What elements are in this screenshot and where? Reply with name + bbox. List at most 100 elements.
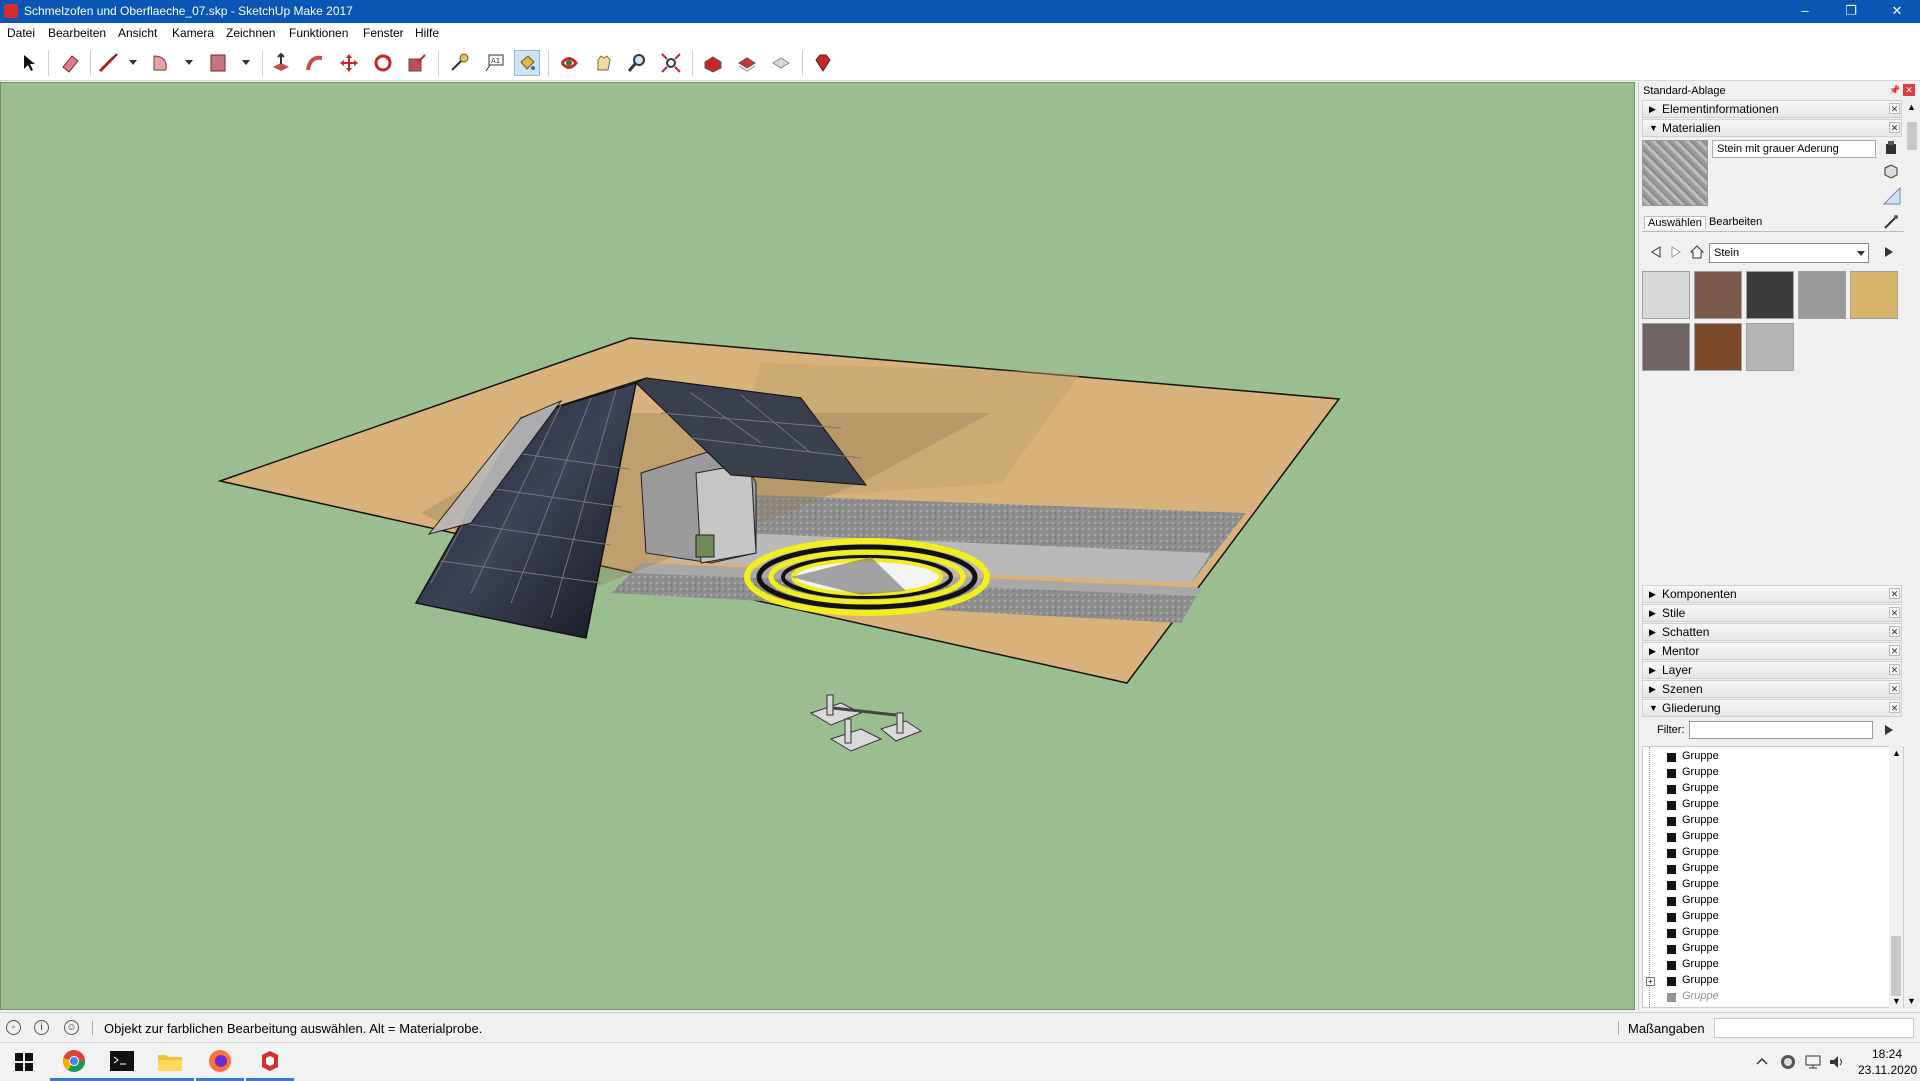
tray-scrollbar[interactable]: ▲ ▼ — [1905, 100, 1917, 1010]
chrome-taskbar-icon[interactable] — [50, 1043, 98, 1081]
scroll-down-icon[interactable]: ▼ — [1892, 996, 1901, 1006]
support-legs[interactable] — [809, 694, 923, 752]
material-swatch[interactable] — [1694, 323, 1742, 371]
file-explorer-taskbar-icon[interactable] — [146, 1043, 194, 1081]
minimize-button[interactable]: – — [1782, 0, 1828, 23]
section-gliederung[interactable]: ▼ Gliederung ✕ — [1642, 699, 1902, 717]
selected-ring[interactable] — [744, 538, 990, 616]
tray-scroll-thumb[interactable] — [1907, 122, 1917, 150]
collection-select[interactable]: Stein — [1709, 243, 1869, 263]
menu-bearbeiten[interactable]: Bearbeiten — [48, 26, 106, 40]
display-secondary-icon[interactable] — [1882, 162, 1900, 180]
tab-auswaehlen[interactable]: Auswählen — [1644, 216, 1706, 229]
home-icon[interactable] — [1689, 244, 1705, 263]
measurements-input[interactable] — [1714, 1018, 1914, 1038]
rectangle-tool-icon[interactable] — [205, 50, 231, 76]
extension-ruby-icon[interactable] — [810, 50, 836, 76]
start-button-icon[interactable] — [0, 1043, 48, 1081]
details-arrow-icon[interactable] — [1882, 245, 1896, 262]
scale-tool-icon[interactable] — [404, 50, 430, 76]
tray-scroll-up-icon[interactable]: ▲ — [1907, 102, 1916, 112]
section-schatten[interactable]: ▶ Schatten ✕ — [1642, 623, 1902, 641]
menu-kamera[interactable]: Kamera — [172, 26, 214, 40]
scroll-thumb[interactable] — [1891, 936, 1901, 996]
close-button[interactable]: ✕ — [1874, 0, 1920, 23]
tape-measure-tool-icon[interactable] — [446, 50, 472, 76]
terminal-taskbar-icon[interactable] — [98, 1043, 146, 1081]
model-viewport[interactable] — [0, 82, 1635, 1010]
menu-hilfe[interactable]: Hilfe — [415, 26, 439, 40]
push-pull-tool-icon[interactable] — [268, 50, 294, 76]
tray-close-button[interactable]: ✕ — [1903, 84, 1915, 96]
section-materialien[interactable]: ▼ Materialien ✕ — [1642, 119, 1902, 137]
volume-icon[interactable] — [1828, 1054, 1846, 1073]
section-layer[interactable]: ▶ Layer ✕ — [1642, 661, 1902, 679]
line-dropdown-icon[interactable] — [129, 60, 137, 65]
firefox-taskbar-icon[interactable] — [196, 1043, 244, 1081]
section-close-icon[interactable]: ✕ — [1889, 122, 1900, 133]
move-tool-icon[interactable] — [336, 50, 362, 76]
material-swatch[interactable] — [1798, 271, 1846, 319]
create-material-icon[interactable] — [1884, 140, 1898, 156]
3d-scene[interactable] — [1, 83, 1635, 1010]
network-icon[interactable] — [1804, 1054, 1822, 1073]
back-arrow-icon[interactable] — [1649, 245, 1663, 262]
warehouse-icon[interactable] — [700, 50, 726, 76]
sketchup-taskbar-icon[interactable] — [246, 1043, 294, 1081]
outline-details-arrow-icon[interactable] — [1882, 723, 1896, 740]
system-sync-icon[interactable] — [1780, 1054, 1796, 1073]
section-close-icon[interactable]: ✕ — [1889, 683, 1900, 694]
tray-overflow-chevron-icon[interactable] — [1756, 1055, 1768, 1069]
menu-ansicht[interactable]: Ansicht — [118, 26, 157, 40]
follow-me-tool-icon[interactable] — [302, 50, 328, 76]
section-close-icon[interactable]: ✕ — [1889, 588, 1900, 599]
default-material-icon[interactable] — [1882, 186, 1902, 206]
zoom-extents-tool-icon[interactable] — [658, 50, 684, 76]
section-close-icon[interactable]: ✕ — [1889, 607, 1900, 618]
select-tool-icon[interactable] — [16, 50, 42, 76]
material-swatch[interactable] — [1694, 271, 1742, 319]
section-komponenten[interactable]: ▶ Komponenten ✕ — [1642, 585, 1902, 603]
section-close-icon[interactable]: ✕ — [1889, 702, 1900, 713]
shape-dropdown-icon[interactable] — [242, 60, 250, 65]
extension-warehouse-icon[interactable] — [768, 50, 794, 76]
forward-arrow-icon[interactable] — [1669, 245, 1683, 262]
material-swatch[interactable] — [1642, 323, 1690, 371]
sign-in-icon[interactable]: ☺ — [64, 1020, 79, 1035]
credits-icon[interactable]: i — [34, 1020, 49, 1035]
section-mentor[interactable]: ▶ Mentor ✕ — [1642, 642, 1902, 660]
scroll-up-icon[interactable]: ▲ — [1892, 748, 1901, 758]
material-preview[interactable] — [1642, 140, 1708, 206]
menu-funktionen[interactable]: Funktionen — [289, 26, 348, 40]
material-swatch[interactable] — [1642, 271, 1690, 319]
section-close-icon[interactable]: ✕ — [1889, 626, 1900, 637]
section-close-icon[interactable]: ✕ — [1889, 103, 1900, 114]
section-stile[interactable]: ▶ Stile ✕ — [1642, 604, 1902, 622]
section-szenen[interactable]: ▶ Szenen ✕ — [1642, 680, 1902, 698]
tab-bearbeiten[interactable]: Bearbeiten — [1706, 216, 1765, 228]
expand-tree-icon[interactable]: + — [1646, 977, 1655, 986]
section-elementinformationen[interactable]: ▶ Elementinformationen ✕ — [1642, 100, 1902, 118]
line-tool-icon[interactable] — [95, 50, 121, 76]
section-close-icon[interactable]: ✕ — [1889, 664, 1900, 675]
arc-tool-icon[interactable] — [148, 50, 174, 76]
rotate-tool-icon[interactable] — [370, 50, 396, 76]
menu-datei[interactable]: Datei — [7, 26, 35, 40]
arc-dropdown-icon[interactable] — [185, 60, 193, 65]
paint-bucket-tool-icon[interactable] — [514, 50, 540, 76]
material-swatch[interactable] — [1746, 323, 1794, 371]
menu-fenster[interactable]: Fenster — [363, 26, 404, 40]
zoom-tool-icon[interactable] — [624, 50, 650, 76]
maximize-button[interactable]: ❐ — [1828, 0, 1874, 23]
menu-zeichnen[interactable]: Zeichnen — [226, 26, 275, 40]
tray-scroll-down-icon[interactable]: ▼ — [1907, 996, 1916, 1006]
geo-location-icon[interactable]: ◦ — [6, 1020, 21, 1035]
sample-paint-icon[interactable] — [1882, 214, 1900, 233]
text-tool-icon[interactable]: A1 — [481, 50, 507, 76]
outline-tree[interactable]: + Gruppe Gruppe Gruppe Gruppe Gruppe Gruppe Gr… — [1642, 746, 1904, 1008]
pin-icon[interactable]: 📌 — [1889, 85, 1900, 96]
outline-filter-input[interactable] — [1689, 721, 1873, 739]
share-model-icon[interactable] — [734, 50, 760, 76]
eraser-tool-icon[interactable] — [57, 50, 83, 76]
pan-tool-icon[interactable] — [590, 50, 616, 76]
